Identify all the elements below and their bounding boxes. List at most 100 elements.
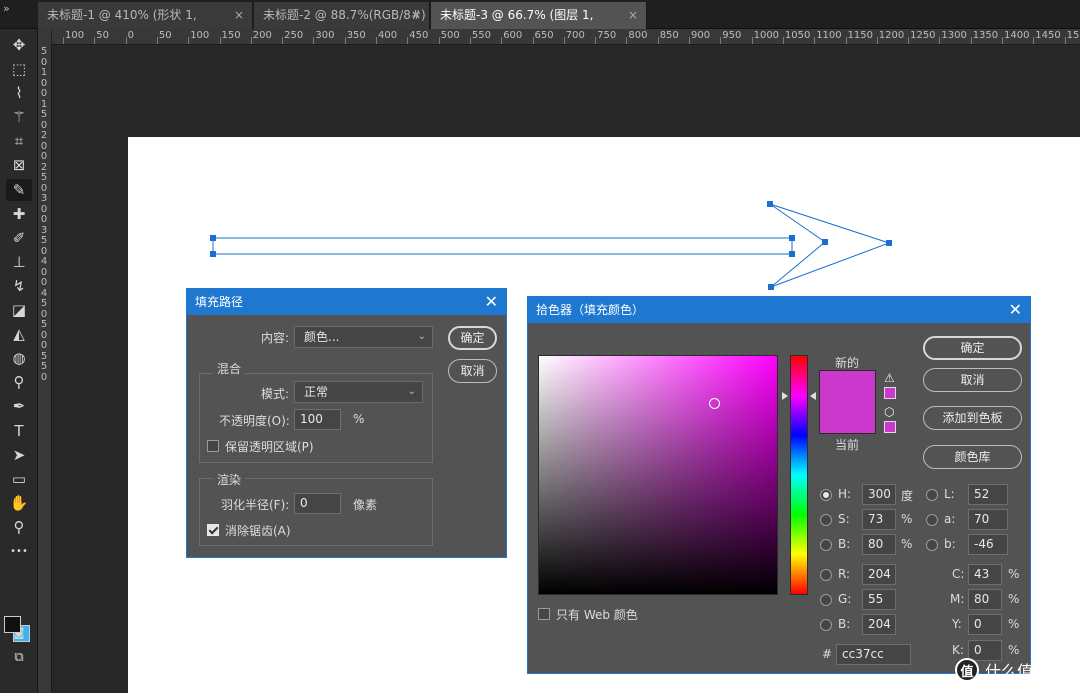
history-brush-tool-icon[interactable]: ↯ <box>6 275 32 297</box>
magenta-input[interactable]: 80 <box>968 589 1002 610</box>
ruler-tick-label: 1400 <box>1004 30 1030 41</box>
paint-bucket-tool-icon[interactable]: ◭ <box>6 323 32 345</box>
dialog-title: 拾色器（填充颜色） <box>536 303 645 317</box>
ruler-tick-label: 0 <box>40 203 48 215</box>
blue-input[interactable]: 204 <box>862 614 896 635</box>
web-safe-cube-icon[interactable]: ⬡ <box>884 405 894 419</box>
color-picker-titlebar[interactable]: 拾色器（填充颜色） ✕ <box>528 297 1030 323</box>
out-of-gamut-warning-icon[interactable]: ⚠ <box>884 371 895 385</box>
hex-input[interactable]: cc37cc <box>836 644 911 665</box>
horizontal-ruler[interactable]: 100 50 0 50 100 150 200 250 300 350 400 450 500 550 60… <box>38 29 1080 45</box>
ruler-tick-label: 400 <box>378 30 398 41</box>
close-icon[interactable]: ✕ <box>1009 297 1022 323</box>
lab-l-radio[interactable] <box>926 489 938 501</box>
lab-a-input[interactable]: 70 <box>968 509 1008 530</box>
saturation-input[interactable]: 73 <box>862 509 896 530</box>
tab-untitled-2[interactable]: 未标题-2 @ 88.7%(RGB/8#) * × <box>254 2 430 49</box>
ruler-tick <box>1002 37 1003 44</box>
opacity-input[interactable]: 100 <box>294 409 341 430</box>
content-value: 颜色... <box>304 330 340 344</box>
vertical-ruler[interactable]: 50100150200250300350400450500550 <box>38 45 52 693</box>
tab-untitled-3[interactable]: 未标题-3 @ 66.7% (图层 1, RGB/8#) * × <box>431 2 647 49</box>
tab-close-icon[interactable]: × <box>234 2 244 29</box>
rectangle-tool-icon[interactable]: ▭ <box>6 468 32 490</box>
saturation-brightness-field[interactable] <box>538 355 778 595</box>
hex-label: # <box>822 647 833 661</box>
frame-tool-icon[interactable]: ⊠ <box>6 154 32 176</box>
ok-button[interactable]: 确定 <box>448 326 497 350</box>
ok-button[interactable]: 确定 <box>923 336 1022 360</box>
red-radio[interactable] <box>820 569 832 581</box>
ruler-tick <box>814 37 816 44</box>
brush-tool-icon[interactable]: ✐ <box>6 227 32 249</box>
fill-path-titlebar[interactable]: 填充路径 ✕ <box>187 289 506 315</box>
ruler-tick-label: 600 <box>503 30 523 41</box>
close-icon[interactable]: ✕ <box>485 289 498 315</box>
ruler-origin[interactable] <box>38 29 52 45</box>
add-to-swatches-button[interactable]: 添加到色板 <box>923 406 1022 430</box>
yellow-input[interactable]: 0 <box>968 614 1002 635</box>
web-safe-color-swatch[interactable] <box>884 421 896 433</box>
brightness-input[interactable]: 80 <box>862 534 896 555</box>
cyan-input[interactable]: 43 <box>968 564 1002 585</box>
eyedropper-tool-icon[interactable]: ✎ <box>6 179 32 201</box>
eraser-tool-icon[interactable]: ◪ <box>6 299 32 321</box>
mode-select[interactable]: 正常 ⌄ <box>294 381 423 403</box>
ruler-tick <box>908 37 910 44</box>
content-select[interactable]: 颜色... ⌄ <box>294 326 433 348</box>
magenta-unit: % <box>1008 592 1020 606</box>
zoom-tool-icon[interactable]: ⚲ <box>6 516 32 538</box>
marquee-tool-icon[interactable]: ⬚ <box>6 58 32 80</box>
ruler-tick-label: 1200 <box>878 30 905 41</box>
magic-wand-tool-icon[interactable]: ⚚ <box>6 106 32 128</box>
anti-alias-checkbox[interactable] <box>207 524 219 536</box>
ruler-tick <box>563 37 565 44</box>
more-tools-icon[interactable]: ••• <box>6 540 32 562</box>
lab-b-input[interactable]: -46 <box>968 534 1008 555</box>
brightness-radio[interactable] <box>820 539 832 551</box>
gamut-color-swatch[interactable] <box>884 387 896 399</box>
pen-tool-icon[interactable]: ✒ <box>6 395 32 417</box>
ruler-tick <box>282 37 284 44</box>
cancel-button[interactable]: 取消 <box>923 368 1022 392</box>
hue-slider-left-arrow-icon[interactable] <box>782 392 788 400</box>
cancel-button[interactable]: 取消 <box>448 359 497 383</box>
web-colors-only-checkbox[interactable] <box>538 608 550 620</box>
hue-input[interactable]: 300 <box>862 484 896 505</box>
saturation-radio[interactable] <box>820 514 832 526</box>
red-input[interactable]: 204 <box>862 564 896 585</box>
tab-close-icon[interactable]: × <box>411 2 421 29</box>
lab-a-radio[interactable] <box>926 514 938 526</box>
green-input[interactable]: 55 <box>862 589 896 610</box>
clone-stamp-tool-icon[interactable]: ⊥ <box>6 251 32 273</box>
lab-l-input[interactable]: 52 <box>968 484 1008 505</box>
preserve-transparency-checkbox[interactable] <box>207 440 219 452</box>
path-selection-tool-icon[interactable]: ➤ <box>6 444 32 466</box>
feather-radius-input[interactable]: 0 <box>294 493 341 514</box>
green-radio[interactable] <box>820 594 832 606</box>
lasso-tool-icon[interactable]: ⌇ <box>6 82 32 104</box>
dodge-tool-icon[interactable]: ⚲ <box>6 371 32 393</box>
blur-tool-icon[interactable]: ◍ <box>6 347 32 369</box>
ruler-tick <box>689 37 690 44</box>
crop-tool-icon[interactable]: ⌗ <box>6 130 32 152</box>
red-label: R: <box>838 567 851 581</box>
color-selection-marker[interactable] <box>709 398 720 409</box>
foreground-color-swatch[interactable] <box>4 616 21 633</box>
hand-tool-icon[interactable]: ✋ <box>6 492 32 514</box>
lab-b-radio[interactable] <box>926 539 938 551</box>
hue-slider-right-arrow-icon[interactable] <box>810 392 816 400</box>
hue-slider[interactable] <box>790 355 808 595</box>
color-libraries-button[interactable]: 颜色库 <box>923 445 1022 469</box>
healing-brush-tool-icon[interactable]: ✚ <box>6 203 32 225</box>
screen-mode-icon[interactable]: ⧉ <box>6 646 32 668</box>
move-tool-icon[interactable]: ✥ <box>6 34 32 56</box>
blue-radio[interactable] <box>820 619 832 631</box>
tab-close-icon[interactable]: × <box>628 2 638 29</box>
hue-radio[interactable] <box>820 489 832 501</box>
ruler-tick-label: 1050 <box>784 30 811 41</box>
panel-collapse-icon[interactable]: » <box>0 0 38 29</box>
type-tool-icon[interactable]: T <box>6 420 32 442</box>
tab-untitled-1[interactable]: 未标题-1 @ 410% (形状 1, RGB/8#) * × <box>38 2 253 49</box>
ruler-tick <box>156 37 158 44</box>
